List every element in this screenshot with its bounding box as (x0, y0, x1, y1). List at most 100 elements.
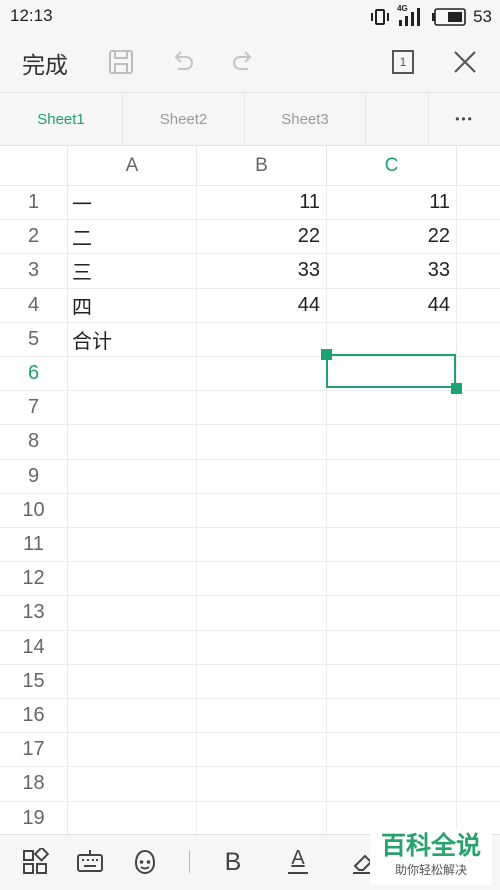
cell-c[interactable]: 11 (327, 186, 457, 221)
close-button[interactable] (447, 44, 483, 80)
column-header-a[interactable]: A (68, 146, 197, 186)
more-tabs-button[interactable]: ••• (429, 93, 500, 145)
cell-d[interactable] (457, 391, 500, 426)
cell-b[interactable] (197, 528, 327, 563)
cell-d[interactable] (457, 186, 500, 221)
cell-d[interactable] (457, 254, 500, 289)
row-header[interactable]: 16 (0, 699, 68, 734)
page-count-button[interactable]: 1 (385, 44, 421, 80)
font-color-button[interactable]: A (280, 844, 316, 880)
cell-c[interactable]: 22 (327, 220, 457, 255)
row-header[interactable]: 10 (0, 493, 68, 528)
cell-d[interactable] (457, 665, 500, 699)
cell-d[interactable] (457, 357, 500, 392)
cell-c[interactable] (327, 630, 457, 665)
cell-d[interactable] (457, 631, 500, 665)
cell-c[interactable] (327, 733, 457, 768)
row-header[interactable]: 8 (0, 425, 68, 460)
column-header-c[interactable]: C (327, 146, 457, 186)
cell-b[interactable] (197, 664, 327, 699)
cell-d[interactable] (457, 562, 500, 597)
cell-a[interactable]: 二 (68, 220, 197, 255)
cell-d[interactable] (457, 494, 500, 528)
cell-b[interactable] (197, 425, 327, 460)
cell-c[interactable]: 33 (327, 254, 457, 289)
cell-c[interactable] (327, 322, 457, 357)
row-header[interactable]: 14 (0, 630, 68, 665)
cell-c[interactable] (327, 391, 457, 426)
row-header[interactable]: 5 (0, 322, 68, 357)
done-button[interactable]: 完成 (22, 46, 68, 80)
selection-handle-top-left[interactable] (321, 349, 332, 360)
cell-c[interactable] (327, 596, 457, 631)
cell-b[interactable] (197, 733, 327, 768)
save-button[interactable] (103, 44, 139, 80)
row-header[interactable]: 6 (0, 357, 68, 392)
cell-b[interactable] (197, 322, 327, 357)
cell-b[interactable] (197, 630, 327, 665)
cell-a[interactable]: 一 (68, 186, 197, 221)
cell-c[interactable] (327, 425, 457, 460)
cell-d[interactable] (457, 220, 500, 255)
row-header[interactable]: 4 (0, 288, 68, 323)
row-header[interactable]: 11 (0, 528, 68, 563)
cell-c[interactable]: 44 (327, 288, 457, 323)
selection-handle-bottom-right[interactable] (451, 383, 462, 394)
cell-d[interactable] (457, 323, 500, 357)
cell-d[interactable] (457, 699, 500, 734)
cell-a[interactable] (68, 664, 197, 699)
cell-c[interactable] (327, 493, 457, 528)
cell-a[interactable] (68, 391, 197, 426)
cell-a[interactable] (68, 630, 197, 665)
cell-c[interactable] (327, 562, 457, 597)
redo-button[interactable] (226, 44, 262, 80)
cell-b[interactable] (197, 562, 327, 597)
tab-sheet2[interactable]: Sheet2 (123, 93, 245, 145)
cell-c[interactable] (327, 699, 457, 734)
undo-button[interactable] (164, 44, 200, 80)
apps-button[interactable] (17, 844, 53, 880)
cell-b[interactable] (197, 357, 327, 392)
cell-c[interactable] (327, 664, 457, 699)
cell-a[interactable] (68, 425, 197, 460)
cell-d[interactable] (457, 289, 500, 323)
cell-d[interactable] (457, 528, 500, 563)
cell-c[interactable] (327, 767, 457, 802)
tab-sheet3[interactable]: Sheet3 (245, 93, 366, 145)
tab-sheet1[interactable]: Sheet1 (0, 93, 123, 145)
row-header[interactable]: 18 (0, 767, 68, 802)
cell-c[interactable] (327, 357, 457, 392)
cell-a[interactable]: 合计 (68, 322, 197, 357)
row-header[interactable]: 15 (0, 664, 68, 699)
cell-a[interactable] (68, 459, 197, 494)
cell-a[interactable] (68, 528, 197, 563)
cell-b[interactable] (197, 767, 327, 802)
cell-a[interactable]: 四 (68, 288, 197, 323)
cell-b[interactable] (197, 699, 327, 734)
cell-a[interactable] (68, 767, 197, 802)
cell-b[interactable] (197, 391, 327, 426)
column-header-d[interactable] (457, 146, 500, 186)
cell-b[interactable] (197, 459, 327, 494)
cell-a[interactable] (68, 801, 197, 834)
spreadsheet-grid[interactable]: A B C 1 一 11 11 2 二 22 22 3 三 33 33 4 四 44 44 5 合计 6 7 8 9 10 1… (0, 146, 500, 834)
cell-a[interactable] (68, 562, 197, 597)
cell-c[interactable] (327, 459, 457, 494)
cell-a[interactable] (68, 733, 197, 768)
cell-d[interactable] (457, 767, 500, 802)
cell-d[interactable] (457, 425, 500, 460)
cell-c[interactable] (327, 528, 457, 563)
cell-a[interactable] (68, 493, 197, 528)
cell-b[interactable]: 44 (197, 288, 327, 323)
row-header[interactable]: 13 (0, 596, 68, 631)
cell-a[interactable] (68, 357, 197, 392)
cell-b[interactable]: 11 (197, 186, 327, 221)
cell-b[interactable] (197, 801, 327, 834)
row-header[interactable]: 19 (0, 801, 68, 834)
assistant-button[interactable] (127, 844, 163, 880)
column-header-b[interactable]: B (197, 146, 327, 186)
row-header[interactable]: 9 (0, 459, 68, 494)
row-header[interactable]: 7 (0, 391, 68, 426)
cell-a[interactable] (68, 699, 197, 734)
cell-a[interactable]: 三 (68, 254, 197, 289)
